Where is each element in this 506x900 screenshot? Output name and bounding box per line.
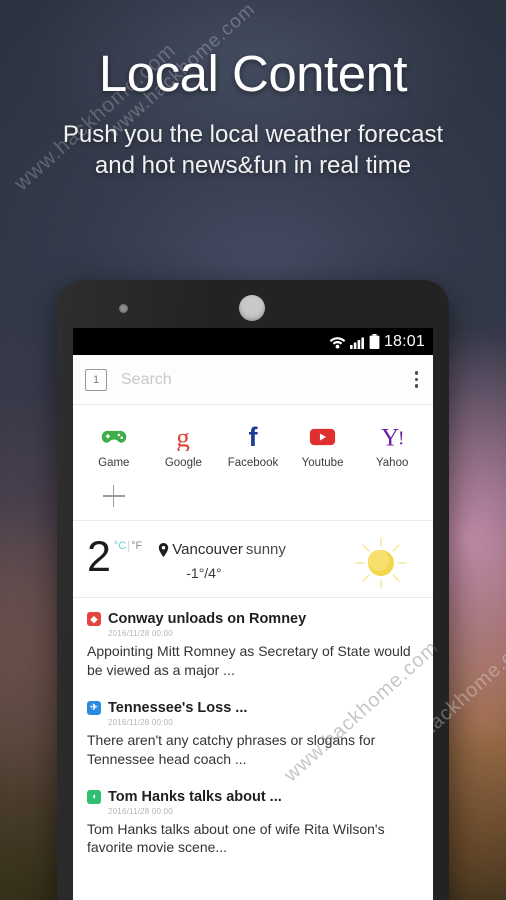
news-item-header: ◖ Tom Hanks talks about ... [87, 789, 419, 805]
shortcut-youtube[interactable]: Youtube [288, 417, 358, 476]
front-camera-icon [239, 295, 265, 321]
shortcut-yahoo[interactable]: Y ! Yahoo [357, 417, 427, 476]
facebook-f-icon: f [243, 422, 263, 452]
menu-dot [414, 377, 418, 382]
proximity-sensor-icon [119, 304, 128, 313]
add-shortcut-button[interactable] [79, 476, 149, 516]
news-item-header: ✈ Tennessee's Loss ... [87, 700, 419, 716]
wifi-icon [329, 335, 346, 349]
menu-dot [414, 371, 418, 375]
shortcut-label: Google [164, 457, 202, 469]
unit-separator: | [127, 540, 131, 552]
shortcut-google[interactable]: g Google [149, 417, 219, 476]
location-pin-icon [158, 542, 169, 557]
phone-screen: 18:01 1 Search Game g Google f Facebook … [73, 328, 433, 900]
news-summary: Appointing Mitt Romney as Secretary of S… [87, 643, 411, 678]
plus-icon [102, 485, 125, 507]
shortcut-game[interactable]: Game [79, 417, 149, 476]
overflow-menu-icon[interactable] [410, 367, 424, 392]
news-date: 2016/11/28 00:00 [108, 717, 173, 727]
news-source-glyph: ✈ [90, 702, 98, 713]
news-source-glyph: ◆ [90, 613, 98, 624]
shortcut-row: Game g Google f Facebook Youtube Y ! Yah… [79, 417, 427, 476]
shortcut-label: Youtube [301, 457, 344, 469]
youtube-play-icon [309, 422, 336, 452]
page-title: Local Content [98, 45, 408, 102]
search-input[interactable]: Search [121, 371, 410, 389]
tab-count-button[interactable]: 1 [85, 368, 107, 391]
news-item[interactable]: ✈ Tennessee's Loss ... 2016/11/28 00:00 … [73, 689, 433, 778]
weather-temperature: 2 [87, 533, 111, 581]
news-summary: Tom Hanks talks about one of wife Rita W… [87, 820, 385, 856]
svg-text:f: f [248, 423, 258, 451]
weather-location-row: Vancouver sunny [158, 541, 286, 558]
svg-text:!: ! [398, 428, 405, 449]
news-item-header: ◆ Conway unloads on Romney [87, 611, 419, 627]
svg-text:g: g [177, 424, 191, 451]
gamepad-icon [100, 422, 128, 452]
google-g-icon: g [172, 422, 194, 452]
news-feed: ◆ Conway unloads on Romney 2016/11/28 00… [73, 598, 433, 866]
sun-icon [353, 535, 409, 591]
weather-widget[interactable]: 2 °C | °F Vancouver sunny -1°/4° [73, 521, 433, 598]
yahoo-y-icon: Y ! [378, 422, 406, 452]
news-date: 2016/11/28 00:00 [108, 806, 173, 816]
news-item[interactable]: ◆ Conway unloads on Romney 2016/11/28 00… [73, 600, 433, 689]
news-source-blue-icon: ✈ [87, 700, 101, 715]
shortcut-label: Facebook [227, 457, 279, 469]
shortcut-label: Yahoo [375, 457, 409, 469]
news-date: 2016/11/28 00:00 [108, 629, 173, 638]
svg-text:Y: Y [381, 424, 399, 450]
news-title[interactable]: Tom Hanks talks about ... [108, 789, 282, 805]
subtitle-line-2: and hot news&fun in real time [94, 151, 412, 179]
weather-range: -1°/4° [186, 565, 222, 581]
unit-fahrenheit[interactable]: °F [131, 540, 142, 552]
unit-celsius[interactable]: °C [114, 540, 126, 552]
subtitle-line-1: Push you the local weather forecast [62, 121, 444, 148]
status-bar-time: 18:01 [383, 332, 425, 350]
weather-condition: sunny [245, 541, 286, 558]
signal-icon [349, 335, 365, 349]
shortcut-grid: Game g Google f Facebook Youtube Y ! Yah… [73, 405, 433, 521]
news-source-green-icon: ◖ [87, 789, 101, 804]
news-title[interactable]: Conway unloads on Romney [108, 611, 306, 627]
news-item[interactable]: ◖ Tom Hanks talks about ... 2016/11/28 0… [73, 778, 433, 867]
status-bar: 18:01 [73, 328, 433, 355]
news-source-red-icon: ◆ [87, 612, 101, 626]
phone-mockup: 18:01 1 Search Game g Google f Facebook … [57, 280, 449, 900]
battery-icon [369, 334, 380, 349]
shortcut-label: Game [98, 457, 130, 469]
page-subtitle: Push you the local weather forecast and … [0, 120, 506, 181]
browser-search-bar[interactable]: 1 Search [73, 355, 433, 405]
shortcut-row [79, 476, 427, 516]
news-title[interactable]: Tennessee's Loss ... [108, 700, 247, 716]
news-source-glyph: ◖ [91, 791, 97, 802]
menu-dot [414, 384, 418, 388]
weather-city: Vancouver [172, 541, 243, 558]
temperature-unit-toggle[interactable]: °C | °F [114, 540, 142, 552]
news-summary: There aren't any catchy phrases or sloga… [87, 731, 376, 767]
shortcut-facebook[interactable]: f Facebook [218, 417, 288, 476]
weather-details: Vancouver sunny -1°/4° [158, 537, 286, 581]
